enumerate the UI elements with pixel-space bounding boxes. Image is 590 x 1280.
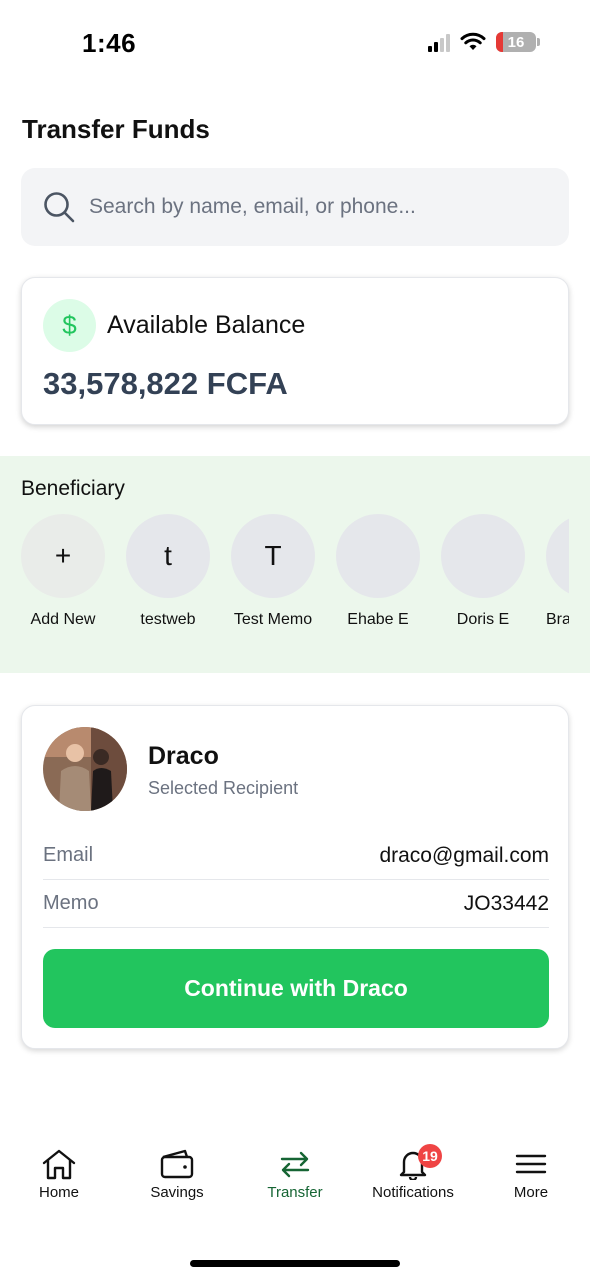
menu-icon bbox=[515, 1154, 547, 1174]
nav-savings[interactable]: Savings bbox=[118, 1130, 236, 1220]
nav-transfer-label: Transfer bbox=[267, 1184, 323, 1201]
email-label: Email bbox=[43, 844, 94, 866]
nav-more-label: More bbox=[513, 1184, 549, 1201]
beneficiary-name: testweb bbox=[140, 611, 196, 628]
beneficiary-title: Beneficiary bbox=[21, 477, 125, 500]
beneficiary-name: Ehabe E bbox=[347, 611, 409, 628]
memo-label: Memo bbox=[43, 892, 99, 914]
recipient-name: Draco bbox=[148, 742, 219, 770]
status-bar: 1:46 16 bbox=[0, 0, 590, 88]
memo-row: Memo JO33442 bbox=[43, 880, 549, 928]
add-beneficiary-button[interactable]: + Add New bbox=[21, 514, 105, 629]
beneficiary-name: Doris E bbox=[456, 611, 510, 628]
nav-more[interactable]: More bbox=[472, 1130, 590, 1220]
search-icon bbox=[44, 192, 75, 223]
email-value: draco@gmail.com bbox=[379, 843, 549, 867]
balance-amount: 33,578,822 FCFA bbox=[43, 366, 288, 401]
battery-level: 16 bbox=[507, 33, 525, 51]
status-icons: 16 bbox=[428, 32, 540, 52]
dollar-sign-icon: $ bbox=[43, 299, 96, 352]
beneficiary-avatar bbox=[336, 514, 420, 598]
beneficiary-avatar bbox=[441, 514, 525, 598]
search-box[interactable] bbox=[21, 168, 569, 246]
nav-notifications-label: Notifications bbox=[372, 1184, 454, 1201]
nav-notifications[interactable]: 19 Notifications bbox=[354, 1130, 472, 1220]
continue-button[interactable]: Continue with Draco bbox=[43, 949, 549, 1028]
beneficiary-item[interactable]: T Test Memo bbox=[231, 514, 315, 629]
balance-label: Available Balance bbox=[107, 311, 306, 339]
nav-transfer[interactable]: Transfer bbox=[236, 1130, 354, 1220]
plus-icon: + bbox=[21, 514, 105, 598]
beneficiary-item[interactable]: t testweb bbox=[126, 514, 210, 629]
page-title: Transfer Funds bbox=[22, 114, 210, 144]
beneficiary-section: Beneficiary + Add New t testweb T Test M… bbox=[0, 456, 590, 673]
email-row: Email draco@gmail.com bbox=[43, 832, 549, 880]
transfer-icon bbox=[280, 1151, 310, 1178]
bottom-nav: Home Savings Transfer 19 Notifications M… bbox=[0, 1130, 590, 1220]
balance-card: $ Available Balance 33,578,822 FCFA bbox=[21, 277, 569, 425]
nav-home-label: Home bbox=[38, 1184, 79, 1201]
status-time: 1:46 bbox=[82, 28, 137, 58]
battery-icon: 16 bbox=[496, 32, 536, 52]
search-input[interactable] bbox=[89, 195, 529, 219]
beneficiary-name: Test Memo bbox=[233, 611, 313, 628]
cellular-signal-icon bbox=[428, 32, 450, 52]
wifi-icon bbox=[460, 32, 486, 50]
recipient-photo bbox=[43, 727, 127, 811]
beneficiary-name: Bra bbox=[546, 611, 571, 628]
beneficiary-item[interactable]: Doris E bbox=[441, 514, 525, 629]
beneficiary-item[interactable]: Ehabe E bbox=[336, 514, 420, 629]
beneficiary-name: Add New bbox=[30, 611, 96, 628]
notification-badge: 19 bbox=[418, 1144, 442, 1168]
list-edge-mask bbox=[569, 456, 590, 673]
recipient-card: Draco Selected Recipient Email draco@gma… bbox=[21, 705, 569, 1049]
home-icon bbox=[42, 1149, 76, 1180]
beneficiary-avatar: t bbox=[126, 514, 210, 598]
battery-tip bbox=[537, 38, 540, 46]
memo-value: JO33442 bbox=[463, 891, 549, 915]
wallet-icon bbox=[160, 1149, 194, 1179]
recipient-subtitle: Selected Recipient bbox=[148, 778, 299, 798]
avatar bbox=[43, 727, 127, 811]
nav-savings-label: Savings bbox=[150, 1184, 204, 1201]
beneficiary-avatar: T bbox=[231, 514, 315, 598]
beneficiary-list[interactable]: + Add New t testweb T Test Memo Ehabe E … bbox=[21, 514, 590, 629]
home-indicator[interactable] bbox=[190, 1260, 400, 1267]
nav-home[interactable]: Home bbox=[0, 1130, 118, 1220]
